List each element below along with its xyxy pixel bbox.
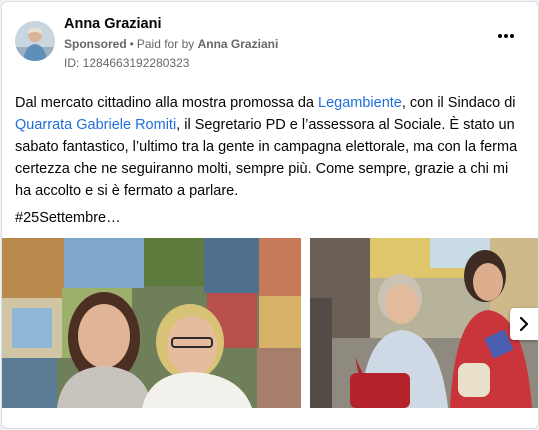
post-text: Dal mercato cittadino alla mostra promos… — [15, 92, 520, 202]
sponsored-line: Sponsored • Paid for by Anna Graziani — [64, 37, 278, 51]
post-text-part: Dal mercato cittadino alla mostra promos… — [15, 95, 319, 111]
hashtag-text: #25Settembre… — [15, 210, 121, 226]
advertiser-avatar[interactable] — [15, 21, 55, 61]
chevron-right-icon — [519, 317, 529, 331]
sponsored-label: Sponsored — [64, 37, 127, 51]
more-options-button[interactable] — [494, 30, 518, 46]
carousel-photo-2[interactable] — [310, 238, 538, 408]
paid-for-label: Paid for by — [136, 37, 195, 51]
market-photo — [310, 238, 538, 408]
paid-for-name: Anna Graziani — [197, 37, 279, 51]
legambiente-link[interactable]: Legambiente — [318, 95, 402, 111]
carousel-next-button[interactable] — [510, 308, 538, 340]
avatar-image — [15, 21, 55, 61]
post-text-part: , con il Sindaco di — [401, 95, 516, 111]
ad-card: Anna Graziani Sponsored • Paid for by Anna… — [1, 1, 539, 429]
mayor-link[interactable]: Quarrata Gabriele Romiti — [15, 117, 176, 133]
carousel-photo-1[interactable] — [2, 238, 301, 408]
advertiser-name[interactable]: Anna Graziani — [64, 16, 162, 32]
separator-dot: • — [129, 37, 134, 51]
ad-id: ID: 1284663192280323 — [64, 56, 190, 70]
selfie-photo — [2, 238, 301, 408]
more-horizontal-icon — [498, 34, 514, 38]
